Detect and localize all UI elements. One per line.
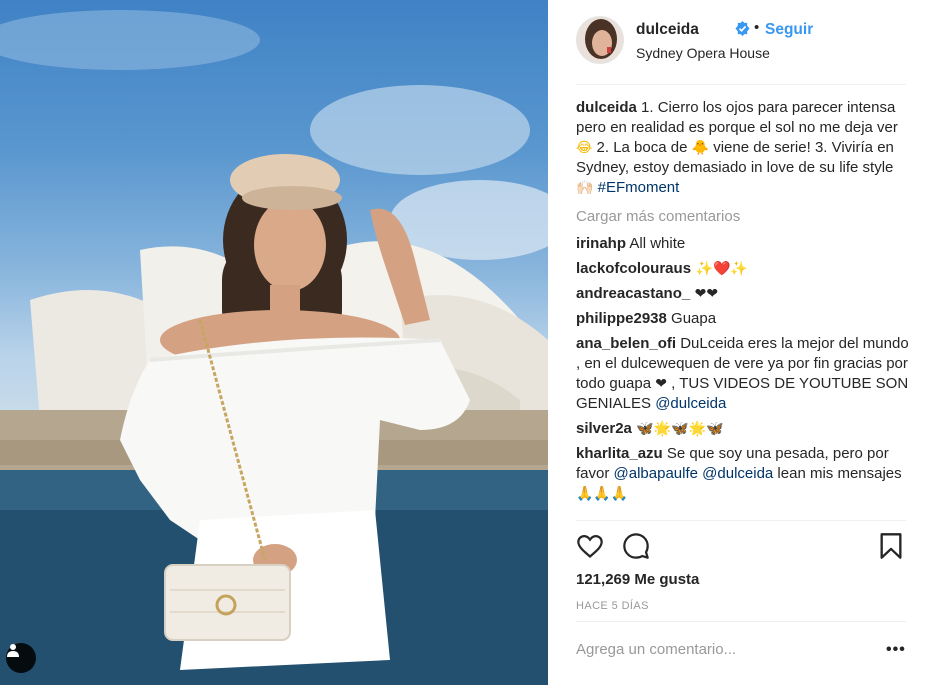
avatar[interactable] <box>576 16 624 64</box>
divider <box>576 621 906 622</box>
avatar-image <box>577 17 623 63</box>
photo-illustration <box>0 10 548 685</box>
praying-hands-emoji: 🙏🙏🙏 <box>576 486 629 502</box>
comment-username[interactable]: philippe2938 <box>576 310 667 327</box>
comment-item: silver2a 🦋🌟🦋🌟🦋 <box>576 419 911 439</box>
post-photo[interactable] <box>0 0 548 685</box>
divider <box>576 520 906 521</box>
sparkles-emoji: ✨ <box>691 261 713 277</box>
comments-list: dulceida 1. Cierro los ojos para parecer… <box>576 98 911 509</box>
raised-hands-emoji: 🙌🏻 <box>576 180 594 196</box>
save-button[interactable] <box>878 532 904 565</box>
heart-emoji: ❤️ <box>712 261 731 277</box>
load-more-comments-button[interactable]: Cargar más comentarios <box>576 207 911 227</box>
comment-text: All white <box>626 235 686 252</box>
star-emoji: 🌟 <box>688 421 707 437</box>
more-options-button[interactable]: ••• <box>886 642 906 658</box>
follow-button[interactable]: Seguir <box>765 21 813 39</box>
butterfly-emoji: 🦋 <box>671 421 689 437</box>
comment-item: irinahp All white <box>576 234 911 254</box>
butterfly-emoji: 🦋 <box>706 421 724 437</box>
heart-emoji: ❤ <box>655 376 667 392</box>
mention-link[interactable]: @dulceida <box>702 465 773 482</box>
like-button[interactable] <box>576 532 604 565</box>
post-timestamp[interactable]: HACE 5 DÍAS <box>576 600 649 612</box>
post-location[interactable]: Sydney Opera House <box>636 45 770 61</box>
comment-icon <box>623 533 649 559</box>
comment-username[interactable]: silver2a <box>576 420 632 437</box>
sparkles-emoji: ✨ <box>730 261 748 277</box>
comment-item: kharlita_azu Se que soy una pesada, pero… <box>576 444 911 504</box>
tag-person-button[interactable] <box>6 643 36 673</box>
tag-person-icon <box>7 644 19 657</box>
comment-username[interactable]: andreacastano_ <box>576 285 690 302</box>
post-caption: dulceida 1. Cierro los ojos para parecer… <box>576 98 911 198</box>
hearts-emoji: ❤❤ <box>690 286 719 302</box>
post-side-panel: dulceida • Seguir Sydney Opera House dul… <box>548 0 933 685</box>
mention-link[interactable]: @albapaulfe <box>614 465 698 482</box>
butterfly-emoji: 🦋 <box>631 421 654 437</box>
caption-username[interactable]: dulceida <box>576 99 637 116</box>
comment-text: Guapa <box>666 310 717 327</box>
laughing-emoji: 😂 <box>576 140 593 156</box>
separator-dot: • <box>754 19 760 36</box>
hashtag-link[interactable]: #EFmoment <box>598 179 680 196</box>
bookmark-icon <box>880 533 902 559</box>
comment-username[interactable]: irinahp <box>576 235 626 252</box>
likes-count[interactable]: 121,269 Me gusta <box>576 571 699 588</box>
post-author-username[interactable]: dulceida <box>636 21 699 39</box>
add-comment-input[interactable] <box>576 641 876 658</box>
heart-icon <box>577 534 603 558</box>
comment-text-2: lean mis mensajes <box>773 465 902 482</box>
comment-item: philippe2938 Guapa <box>576 309 911 329</box>
comment-item: lackofcolouraus ✨❤️✨ <box>576 259 911 279</box>
comment-username[interactable]: kharlita_azu <box>576 445 663 462</box>
comment-username[interactable]: lackofcolouraus <box>576 260 691 277</box>
verified-badge-icon <box>735 21 750 36</box>
mention-link[interactable]: @dulceida <box>655 395 726 412</box>
action-bar <box>576 532 906 564</box>
comment-username[interactable]: ana_belen_ofi <box>576 335 676 352</box>
chick-emoji: 🐥 <box>691 140 710 156</box>
comment-item: ana_belen_ofi DuLceida eres la mejor del… <box>576 334 911 414</box>
comment-button[interactable] <box>622 532 650 565</box>
caption-text-2: 2. La boca de <box>592 139 692 156</box>
comment-item: andreacastano_ ❤❤ <box>576 284 911 304</box>
post-header: dulceida • Seguir Sydney Opera House <box>576 13 906 85</box>
star-emoji: 🌟 <box>653 421 672 437</box>
